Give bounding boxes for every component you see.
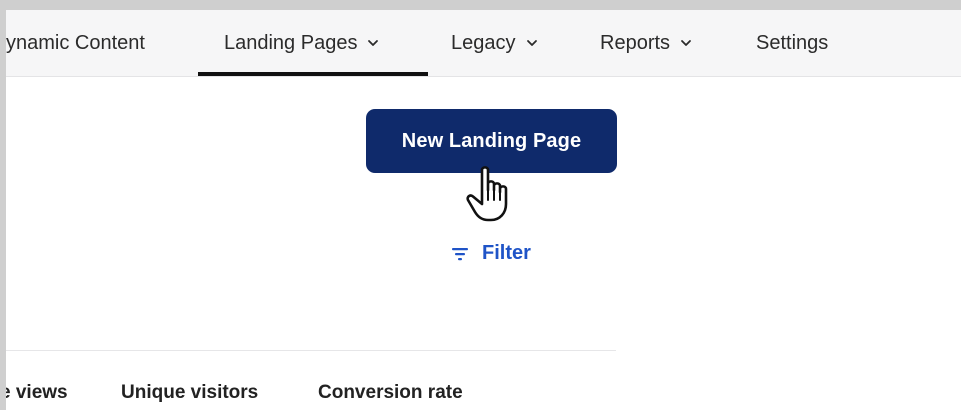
nav-item-reports[interactable]: Reports	[600, 10, 692, 76]
nav-item-legacy[interactable]: Legacy	[451, 10, 538, 76]
app-frame: ynamic Content Landing Pages Legacy Repo…	[6, 10, 961, 410]
chevron-down-icon	[367, 37, 379, 49]
nav-item-label: Settings	[756, 31, 829, 54]
chevron-down-icon	[680, 37, 692, 49]
hand-pointer-icon	[460, 162, 524, 226]
nav-item-dynamic-content[interactable]: ynamic Content	[6, 10, 145, 76]
nav-item-label: Legacy	[451, 31, 516, 54]
filter-label: Filter	[482, 242, 531, 264]
table-divider	[6, 350, 616, 351]
filter-lines-icon	[450, 246, 470, 262]
filter-button[interactable]: Filter	[450, 242, 531, 265]
chevron-down-icon	[526, 37, 538, 49]
column-header-page-views[interactable]: e views	[6, 382, 68, 404]
top-nav: ynamic Content Landing Pages Legacy Repo…	[6, 10, 961, 77]
nav-item-label: Landing Pages	[224, 31, 358, 54]
nav-item-label: Reports	[600, 31, 671, 54]
column-header-conversion-rate[interactable]: Conversion rate	[318, 382, 463, 404]
nav-item-label: ynamic Content	[6, 31, 145, 54]
column-header-unique-visitors[interactable]: Unique visitors	[121, 382, 258, 404]
nav-item-settings[interactable]: Settings	[756, 10, 828, 76]
active-tab-underline	[198, 72, 428, 76]
nav-item-landing-pages[interactable]: Landing Pages	[224, 10, 379, 76]
